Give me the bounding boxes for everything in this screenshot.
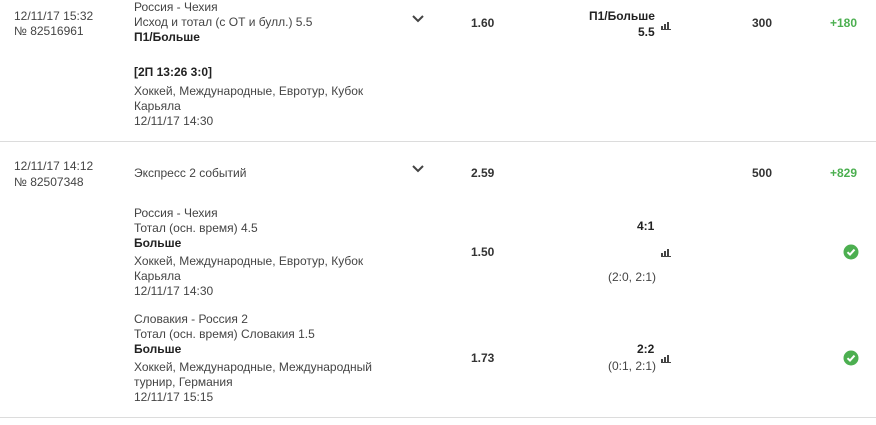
- check-circle-icon: [843, 350, 859, 366]
- event-name: Россия - Чехия: [134, 206, 218, 220]
- odds-value: 2.59: [471, 166, 495, 180]
- market-name: Исход и тотал (с ОТ и булл.) 5.5: [134, 15, 313, 29]
- bet-date: 12/11/17 15:32: [14, 9, 94, 23]
- row-divider: [0, 141, 876, 142]
- pick-label: Больше: [134, 236, 182, 250]
- event-name: Словакия - Россия 2: [134, 312, 248, 326]
- express-title: Экспресс 2 событий: [134, 166, 247, 180]
- bet-number: № 82516961: [14, 24, 84, 38]
- league-line-1: Хоккей, Международные, Евротур, Кубок: [134, 254, 364, 268]
- market-name: Тотал (осн. время) Словакия 1.5: [134, 327, 315, 341]
- period-scores: (2:0, 2:1): [608, 270, 657, 284]
- check-circle-icon: [843, 244, 859, 260]
- event-date: 12/11/17 14:30: [134, 284, 214, 298]
- event-date: 12/11/17 15:15: [134, 390, 214, 404]
- league-line-1: Хоккей, Международные, Международный: [134, 360, 372, 374]
- event-date: 12/11/17 14:30: [134, 114, 214, 128]
- result-line-2: 5.5: [638, 25, 655, 39]
- odds-value: 1.60: [471, 16, 495, 30]
- odds-value: 1.73: [471, 351, 495, 365]
- stake-value: 500: [752, 166, 773, 180]
- bet-date: 12/11/17 14:12: [14, 159, 94, 173]
- league-line-2: Карьяла: [134, 269, 181, 283]
- period-scores: (0:1, 2:1): [608, 359, 657, 373]
- odds-value: 1.50: [471, 245, 495, 259]
- stake-value: 300: [752, 16, 773, 30]
- live-info: [2П 13:26 3:0]: [134, 65, 212, 79]
- chevron-down-icon[interactable]: [411, 14, 425, 24]
- chevron-down-icon[interactable]: [411, 164, 425, 174]
- row-divider: [0, 417, 876, 418]
- pick-label: П1/Больше: [134, 30, 200, 44]
- score-value: 4:1: [637, 219, 655, 233]
- bet-number: № 82507348: [14, 175, 84, 189]
- profit-value: +180: [830, 16, 858, 30]
- market-name: Тотал (осн. время) 4.5: [134, 221, 258, 235]
- event-name: Россия - Чехия: [134, 0, 218, 14]
- pick-label: Больше: [134, 342, 182, 356]
- result-line-1: П1/Больше: [589, 9, 655, 23]
- league-line-2: Карьяла: [134, 99, 181, 113]
- league-line-1: Хоккей, Международные, Евротур, Кубок: [134, 84, 364, 98]
- bar-chart-icon[interactable]: [661, 20, 671, 30]
- score-value: 2:2: [637, 342, 655, 356]
- league-line-2: турнир, Германия: [134, 375, 233, 389]
- bar-chart-icon[interactable]: [661, 247, 671, 257]
- profit-value: +829: [830, 166, 858, 180]
- bar-chart-icon[interactable]: [661, 353, 671, 363]
